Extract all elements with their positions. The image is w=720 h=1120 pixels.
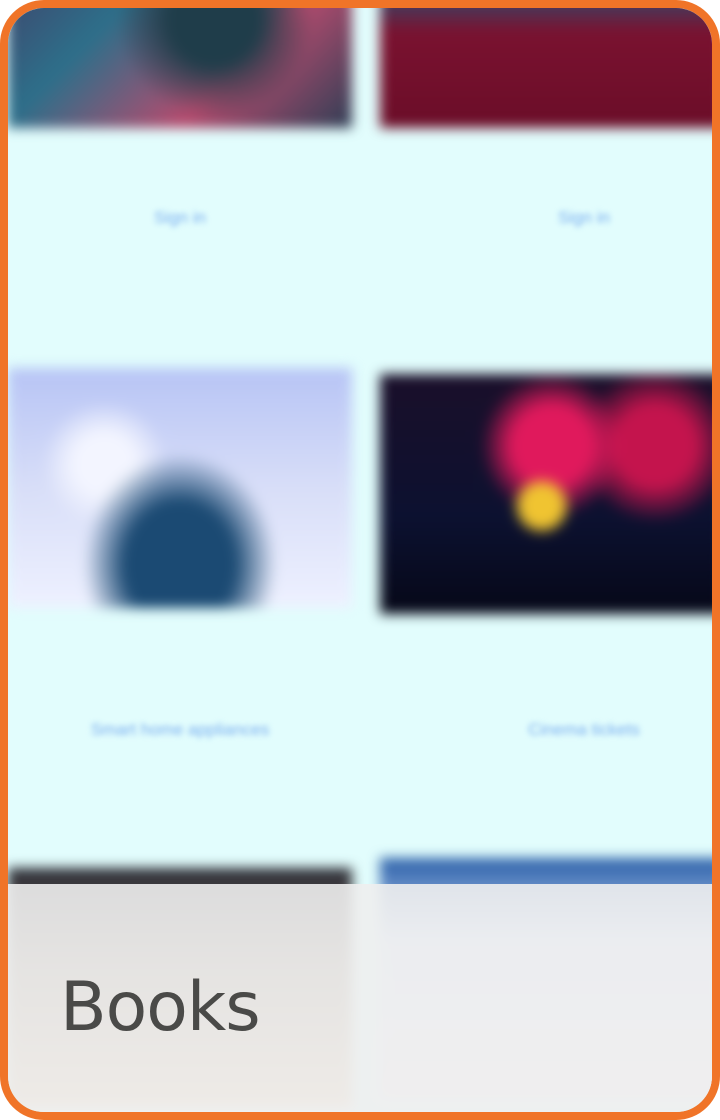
title-overlay: Books	[8, 884, 712, 1112]
card-title: Books	[60, 968, 261, 1047]
tile-caption[interactable]: Sign in	[8, 208, 352, 228]
tile-caption[interactable]: Smart home appliances	[8, 720, 352, 740]
tile-image[interactable]	[380, 8, 712, 128]
tile-image[interactable]	[8, 8, 352, 128]
tile-caption[interactable]: Cinema tickets	[412, 720, 712, 740]
category-card[interactable]: Sign in Sign in Smart home appliances Ci…	[0, 0, 720, 1120]
tile-caption[interactable]: Sign in	[412, 208, 712, 228]
tile-image[interactable]	[380, 374, 712, 614]
tile-image[interactable]	[8, 368, 352, 608]
